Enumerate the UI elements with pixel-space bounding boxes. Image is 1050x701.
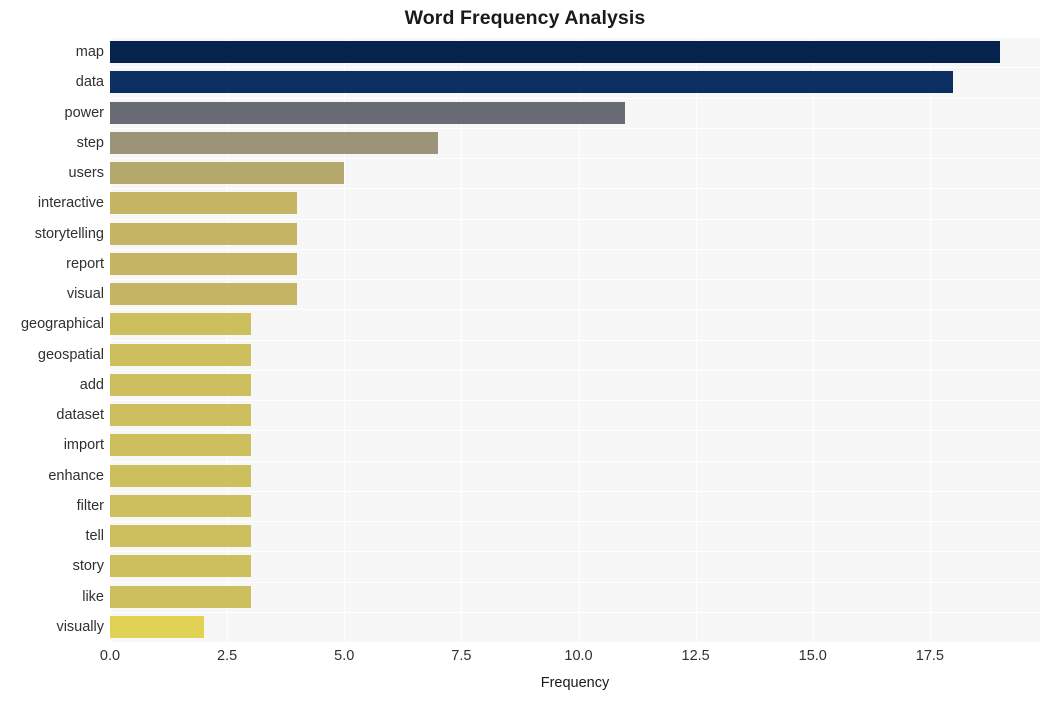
row-separator	[110, 279, 1040, 280]
y-tick-label-like: like	[82, 588, 104, 605]
x-tick-label-10.0: 10.0	[564, 648, 593, 664]
bar-step	[110, 131, 438, 154]
y-tick-label-map: map	[75, 44, 104, 61]
y-tick-label-filter: filter	[76, 497, 104, 514]
x-tick-label-17.5: 17.5	[915, 648, 945, 664]
row-separator	[110, 400, 1040, 401]
row-separator	[110, 491, 1040, 492]
row-separator	[110, 340, 1040, 341]
bar-tell	[110, 525, 251, 548]
bar-add	[110, 373, 251, 396]
row-separator	[110, 98, 1040, 99]
y-tick-label-data: data	[75, 74, 104, 91]
y-tick-label-enhance: enhance	[48, 467, 104, 484]
y-tick-label-add: add	[79, 376, 104, 393]
bar-import	[110, 434, 251, 457]
row-separator	[110, 249, 1040, 250]
bar-interactive	[110, 192, 298, 215]
bar-users	[110, 162, 345, 185]
bar-geographical	[110, 313, 251, 336]
x-tick-label-5.0: 5.0	[334, 648, 355, 664]
row-separator	[110, 128, 1040, 129]
y-tick-label-visual: visual	[66, 286, 104, 303]
y-tick-label-report: report	[66, 255, 104, 272]
row-separator	[110, 430, 1040, 431]
row-separator	[110, 219, 1040, 220]
y-tick-label-users: users	[68, 165, 104, 182]
word-frequency-chart: Word Frequency Analysis map data power step…	[0, 0, 1050, 701]
bar-filter	[110, 494, 251, 517]
row-separator	[110, 309, 1040, 310]
bar-power	[110, 101, 626, 124]
bar-map	[110, 41, 1001, 64]
y-tick-label-story: story	[72, 558, 104, 575]
row-separator	[110, 67, 1040, 68]
x-tick-label-12.5: 12.5	[681, 648, 710, 664]
bar-dataset	[110, 404, 251, 427]
bar-report	[110, 252, 298, 275]
y-tick-label-storytelling: storytelling	[34, 225, 104, 242]
chart-title: Word Frequency Analysis	[404, 7, 646, 29]
y-tick-label-interactive: interactive	[37, 195, 104, 212]
row-separator	[110, 612, 1040, 613]
bar-geospatial	[110, 343, 251, 366]
bar-visually	[110, 615, 204, 638]
row-separator	[110, 551, 1040, 552]
bar-data	[110, 71, 954, 94]
bar-story	[110, 555, 251, 578]
row-separator	[110, 188, 1040, 189]
bar-visual	[110, 283, 298, 306]
row-separator	[110, 370, 1040, 371]
x-tick-label-15.0: 15.0	[798, 648, 827, 664]
row-separator	[110, 521, 1040, 522]
row-separator	[110, 461, 1040, 462]
y-tick-label-dataset: dataset	[56, 407, 104, 424]
x-tick-label-7.5: 7.5	[451, 648, 472, 664]
bar-like	[110, 585, 251, 608]
bar-storytelling	[110, 222, 298, 245]
plot-area	[110, 37, 1040, 642]
row-separator	[110, 37, 1040, 38]
x-axis-label: Frequency	[540, 675, 610, 691]
x-tick-label-0.0: 0.0	[99, 648, 121, 664]
row-separator	[110, 158, 1040, 159]
y-tick-label-power: power	[64, 104, 105, 121]
bar-enhance	[110, 464, 251, 487]
x-axis-tick-labels: 0.0 2.5 5.0 7.5 10.0 12.5 15.0 17.5	[100, 642, 1040, 668]
y-tick-label-geographical: geographical	[20, 316, 104, 333]
y-tick-label-visually: visually	[56, 618, 104, 635]
y-tick-label-step: step	[76, 134, 104, 151]
row-separator	[110, 582, 1040, 583]
x-tick-label-2.5: 2.5	[217, 648, 238, 664]
y-tick-label-import: import	[63, 437, 104, 454]
y-axis-tick-labels: map data power step users interactive storytel…	[0, 37, 104, 642]
y-tick-label-tell: tell	[85, 528, 104, 545]
y-tick-label-geospatial: geospatial	[37, 346, 104, 363]
